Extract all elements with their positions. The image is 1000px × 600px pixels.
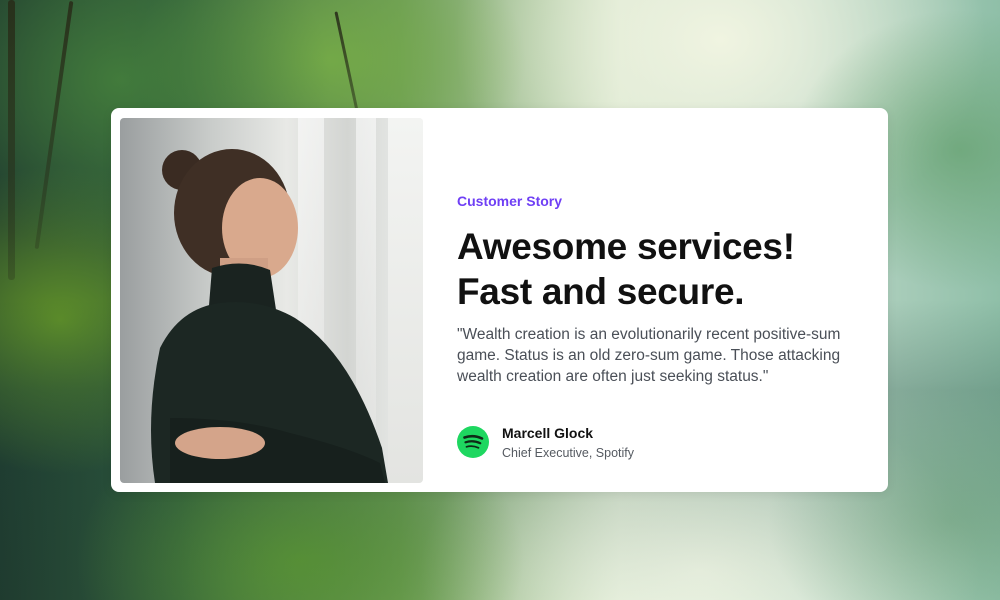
headline-line-2: Fast and secure. [457,271,745,312]
woman-portrait-image [120,118,423,483]
spotify-logo-icon [457,426,489,458]
testimonial-quote: "Wealth creation is an evolutionarily re… [457,326,841,385]
headline: Awesome services! Fast and secure. [457,224,877,314]
eyebrow-label: Customer Story [457,193,563,209]
testimonial-card: Customer Story Awesome services! Fast an… [111,108,888,492]
author-name: Marcell Glock [502,425,594,441]
author-block: Marcell Glock Chief Executive, Spotify [457,422,757,462]
testimonial-content: Customer Story Awesome services! Fast an… [457,108,867,492]
headline-line-1: Awesome services! [457,226,795,267]
author-role: Chief Executive, Spotify [502,446,635,460]
